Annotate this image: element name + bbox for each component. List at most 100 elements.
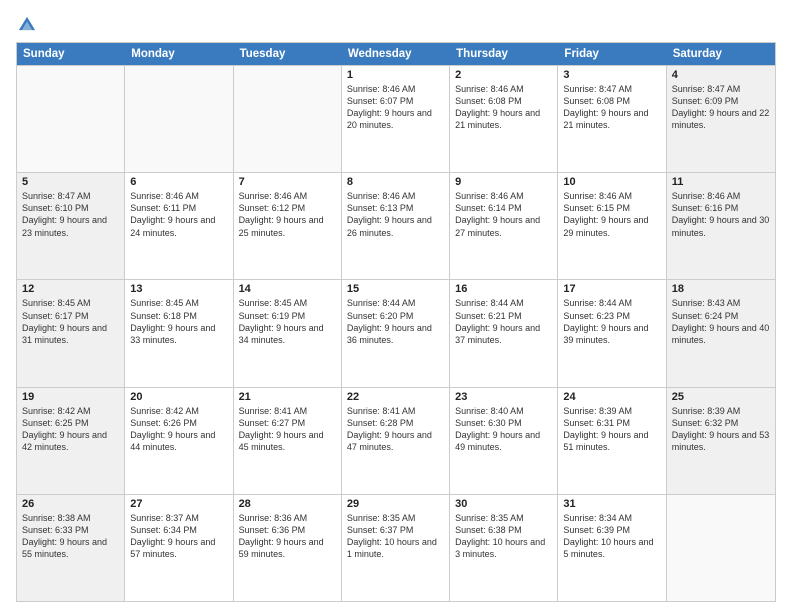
- calendar-row-5: 26 Sunrise: 8:38 AM Sunset: 6:33 PM Dayli…: [17, 494, 775, 601]
- calendar-row-3: 12 Sunrise: 8:45 AM Sunset: 6:17 PM Dayli…: [17, 279, 775, 386]
- header-day-thursday: Thursday: [450, 43, 558, 65]
- day-number: 11: [672, 176, 770, 188]
- calendar-cell-1: 1 Sunrise: 8:46 AM Sunset: 6:07 PM Daylig…: [342, 66, 450, 172]
- cell-info: Sunrise: 8:39 AM Sunset: 6:31 PM Dayligh…: [563, 405, 660, 454]
- header-day-friday: Friday: [558, 43, 666, 65]
- day-number: 10: [563, 176, 660, 188]
- day-number: 19: [22, 391, 119, 403]
- calendar-cell-31: 31Sunrise: 8:34 AM Sunset: 6:39 PM Dayli…: [558, 495, 666, 601]
- header-day-saturday: Saturday: [667, 43, 775, 65]
- cell-info: Sunrise: 8:41 AM Sunset: 6:27 PM Dayligh…: [239, 405, 336, 454]
- day-number: 22: [347, 391, 444, 403]
- day-number: 20: [130, 391, 227, 403]
- calendar-cell-9: 9 Sunrise: 8:46 AM Sunset: 6:14 PM Daylig…: [450, 173, 558, 279]
- cell-info: Sunrise: 8:39 AM Sunset: 6:32 PM Dayligh…: [672, 405, 770, 454]
- cell-info: Sunrise: 8:47 AM Sunset: 6:08 PM Dayligh…: [563, 83, 660, 132]
- day-number: 14: [239, 283, 336, 295]
- day-number: 27: [130, 498, 227, 510]
- calendar-cell-4: 4 Sunrise: 8:47 AM Sunset: 6:09 PM Daylig…: [667, 66, 775, 172]
- cell-info: Sunrise: 8:46 AM Sunset: 6:11 PM Dayligh…: [130, 190, 227, 239]
- day-number: 16: [455, 283, 552, 295]
- calendar-cell-13: 13Sunrise: 8:45 AM Sunset: 6:18 PM Dayli…: [125, 280, 233, 386]
- page: SundayMondayTuesdayWednesdayThursdayFrid…: [0, 0, 792, 612]
- calendar-header: SundayMondayTuesdayWednesdayThursdayFrid…: [17, 43, 775, 65]
- cell-info: Sunrise: 8:41 AM Sunset: 6:28 PM Dayligh…: [347, 405, 444, 454]
- calendar-cell-5: 5 Sunrise: 8:47 AM Sunset: 6:10 PM Daylig…: [17, 173, 125, 279]
- calendar-cell-26: 26 Sunrise: 8:38 AM Sunset: 6:33 PM Dayli…: [17, 495, 125, 601]
- calendar-cell-23: 23Sunrise: 8:40 AM Sunset: 6:30 PM Dayli…: [450, 388, 558, 494]
- calendar-cell-6: 6 Sunrise: 8:46 AM Sunset: 6:11 PM Daylig…: [125, 173, 233, 279]
- day-number: 4: [672, 69, 770, 81]
- day-number: 18: [672, 283, 770, 295]
- calendar-cell-30: 30Sunrise: 8:35 AM Sunset: 6:38 PM Dayli…: [450, 495, 558, 601]
- day-number: 1: [347, 69, 444, 81]
- calendar-row-1: 1 Sunrise: 8:46 AM Sunset: 6:07 PM Daylig…: [17, 65, 775, 172]
- cell-info: Sunrise: 8:35 AM Sunset: 6:37 PM Dayligh…: [347, 512, 444, 561]
- cell-info: Sunrise: 8:37 AM Sunset: 6:34 PM Dayligh…: [130, 512, 227, 561]
- cell-info: Sunrise: 8:36 AM Sunset: 6:36 PM Dayligh…: [239, 512, 336, 561]
- calendar-cell-22: 22 Sunrise: 8:41 AM Sunset: 6:28 PM Dayli…: [342, 388, 450, 494]
- cell-info: Sunrise: 8:45 AM Sunset: 6:17 PM Dayligh…: [22, 297, 119, 346]
- cell-info: Sunrise: 8:46 AM Sunset: 6:14 PM Dayligh…: [455, 190, 552, 239]
- header-day-wednesday: Wednesday: [342, 43, 450, 65]
- cell-info: Sunrise: 8:46 AM Sunset: 6:13 PM Dayligh…: [347, 190, 444, 239]
- day-number: 29: [347, 498, 444, 510]
- day-number: 3: [563, 69, 660, 81]
- cell-info: Sunrise: 8:44 AM Sunset: 6:20 PM Dayligh…: [347, 297, 444, 346]
- calendar-cell-10: 10 Sunrise: 8:46 AM Sunset: 6:15 PM Dayli…: [558, 173, 666, 279]
- cell-info: Sunrise: 8:46 AM Sunset: 6:07 PM Dayligh…: [347, 83, 444, 132]
- day-number: 8: [347, 176, 444, 188]
- day-number: 21: [239, 391, 336, 403]
- calendar-cell-20: 20 Sunrise: 8:42 AM Sunset: 6:26 PM Dayli…: [125, 388, 233, 494]
- cell-info: Sunrise: 8:47 AM Sunset: 6:10 PM Dayligh…: [22, 190, 119, 239]
- day-number: 9: [455, 176, 552, 188]
- day-number: 31: [563, 498, 660, 510]
- calendar-cell-empty-0-1: [125, 66, 233, 172]
- calendar-cell-15: 15 Sunrise: 8:44 AM Sunset: 6:20 PM Dayli…: [342, 280, 450, 386]
- cell-info: Sunrise: 8:38 AM Sunset: 6:33 PM Dayligh…: [22, 512, 119, 561]
- calendar-cell-18: 18 Sunrise: 8:43 AM Sunset: 6:24 PM Dayli…: [667, 280, 775, 386]
- calendar-cell-27: 27 Sunrise: 8:37 AM Sunset: 6:34 PM Dayli…: [125, 495, 233, 601]
- calendar-cell-25: 25Sunrise: 8:39 AM Sunset: 6:32 PM Dayli…: [667, 388, 775, 494]
- header: [16, 14, 776, 36]
- calendar-row-4: 19Sunrise: 8:42 AM Sunset: 6:25 PM Dayli…: [17, 387, 775, 494]
- day-number: 23: [455, 391, 552, 403]
- day-number: 26: [22, 498, 119, 510]
- calendar-cell-14: 14 Sunrise: 8:45 AM Sunset: 6:19 PM Dayli…: [234, 280, 342, 386]
- logo-icon: [16, 14, 38, 36]
- calendar-row-2: 5 Sunrise: 8:47 AM Sunset: 6:10 PM Daylig…: [17, 172, 775, 279]
- cell-info: Sunrise: 8:44 AM Sunset: 6:23 PM Dayligh…: [563, 297, 660, 346]
- calendar-cell-empty-0-0: [17, 66, 125, 172]
- cell-info: Sunrise: 8:44 AM Sunset: 6:21 PM Dayligh…: [455, 297, 552, 346]
- calendar-cell-19: 19Sunrise: 8:42 AM Sunset: 6:25 PM Dayli…: [17, 388, 125, 494]
- header-day-monday: Monday: [125, 43, 233, 65]
- day-number: 6: [130, 176, 227, 188]
- day-number: 5: [22, 176, 119, 188]
- cell-info: Sunrise: 8:46 AM Sunset: 6:15 PM Dayligh…: [563, 190, 660, 239]
- cell-info: Sunrise: 8:46 AM Sunset: 6:08 PM Dayligh…: [455, 83, 552, 132]
- calendar-cell-24: 24 Sunrise: 8:39 AM Sunset: 6:31 PM Dayli…: [558, 388, 666, 494]
- day-number: 28: [239, 498, 336, 510]
- cell-info: Sunrise: 8:47 AM Sunset: 6:09 PM Dayligh…: [672, 83, 770, 132]
- cell-info: Sunrise: 8:46 AM Sunset: 6:12 PM Dayligh…: [239, 190, 336, 239]
- cell-info: Sunrise: 8:42 AM Sunset: 6:26 PM Dayligh…: [130, 405, 227, 454]
- calendar-cell-2: 2Sunrise: 8:46 AM Sunset: 6:08 PM Daylig…: [450, 66, 558, 172]
- cell-info: Sunrise: 8:43 AM Sunset: 6:24 PM Dayligh…: [672, 297, 770, 346]
- cell-info: Sunrise: 8:35 AM Sunset: 6:38 PM Dayligh…: [455, 512, 552, 561]
- cell-info: Sunrise: 8:45 AM Sunset: 6:19 PM Dayligh…: [239, 297, 336, 346]
- logo: [16, 14, 40, 36]
- day-number: 15: [347, 283, 444, 295]
- calendar-cell-11: 11 Sunrise: 8:46 AM Sunset: 6:16 PM Dayli…: [667, 173, 775, 279]
- calendar-cell-16: 16 Sunrise: 8:44 AM Sunset: 6:21 PM Dayli…: [450, 280, 558, 386]
- cell-info: Sunrise: 8:46 AM Sunset: 6:16 PM Dayligh…: [672, 190, 770, 239]
- calendar-cell-21: 21 Sunrise: 8:41 AM Sunset: 6:27 PM Dayli…: [234, 388, 342, 494]
- calendar-cell-12: 12 Sunrise: 8:45 AM Sunset: 6:17 PM Dayli…: [17, 280, 125, 386]
- day-number: 17: [563, 283, 660, 295]
- calendar-cell-8: 8 Sunrise: 8:46 AM Sunset: 6:13 PM Daylig…: [342, 173, 450, 279]
- day-number: 12: [22, 283, 119, 295]
- header-day-sunday: Sunday: [17, 43, 125, 65]
- header-day-tuesday: Tuesday: [234, 43, 342, 65]
- day-number: 24: [563, 391, 660, 403]
- day-number: 7: [239, 176, 336, 188]
- calendar: SundayMondayTuesdayWednesdayThursdayFrid…: [16, 42, 776, 602]
